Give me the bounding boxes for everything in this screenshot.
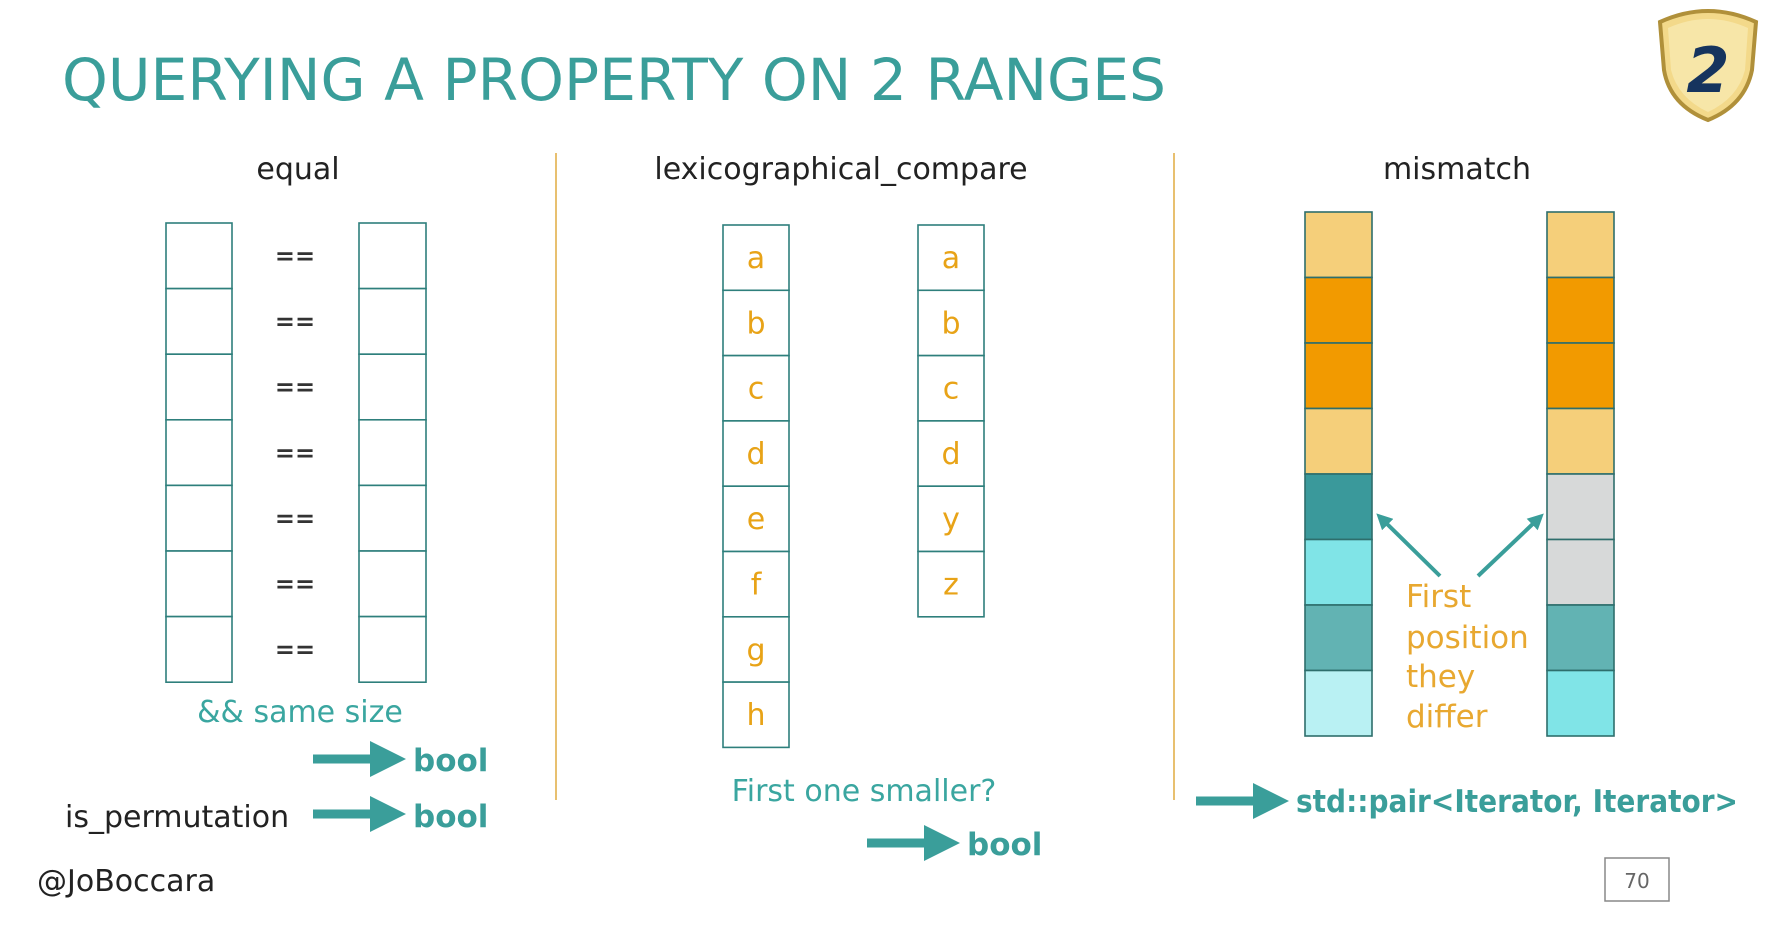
lex-ranges: abcdefghabcdyz	[722, 224, 985, 749]
right-cell	[358, 418, 427, 487]
cell-letter: g	[746, 633, 765, 668]
cell-letter: z	[943, 568, 959, 603]
left-cell	[165, 222, 233, 290]
lex-result: bool	[967, 827, 1042, 863]
cell-letter: c	[943, 372, 960, 407]
right-cell	[358, 615, 427, 683]
slide: QUERYING A PROPERTY ON 2 RANGES 2 equal …	[37, 9, 1759, 902]
equal-heading: equal	[256, 152, 339, 187]
author-handle: @JoBoccara	[37, 864, 215, 899]
cell-letter: a	[747, 241, 765, 276]
right-cell	[358, 222, 427, 290]
lex-heading: lexicographical_compare	[654, 152, 1027, 187]
logo-glyph: 2	[1686, 34, 1729, 107]
left-cell	[165, 418, 233, 487]
colored-cell	[1304, 211, 1373, 279]
annotation-line: position	[1406, 620, 1529, 656]
cell-letter: h	[746, 698, 765, 733]
colored-cell	[1546, 473, 1615, 541]
equals-operator: ==	[275, 439, 315, 467]
colored-cell	[1546, 276, 1615, 344]
left-cell	[165, 615, 233, 683]
colored-cell	[1546, 407, 1615, 475]
equals-operator: ==	[275, 636, 315, 664]
equals-operator: ==	[275, 242, 315, 270]
cell-letter: d	[941, 437, 960, 472]
colored-cell	[1546, 669, 1615, 737]
colored-cell	[1304, 407, 1373, 475]
equals-operator: ==	[275, 570, 315, 598]
colored-cell	[1304, 276, 1373, 344]
mismatch-heading: mismatch	[1383, 152, 1531, 187]
colored-cell	[1304, 604, 1373, 672]
cell-letter: b	[746, 306, 765, 341]
mismatch-ranges	[1304, 211, 1615, 737]
equal-ranges: == == == == == == ==	[165, 222, 427, 683]
colored-cell	[1546, 211, 1615, 279]
annotation-line: differ	[1406, 699, 1488, 735]
right-cell	[358, 550, 427, 618]
logo-shield: 2	[1657, 9, 1759, 123]
annotation-line: they	[1406, 659, 1475, 695]
cell-letter: a	[942, 241, 960, 276]
permutation-result: bool	[413, 799, 488, 835]
cell-letter: c	[748, 372, 765, 407]
colored-cell	[1546, 604, 1615, 672]
left-cell	[165, 287, 233, 356]
mismatch-result: std::pair<Iterator, Iterator>	[1296, 784, 1738, 820]
annotation-line: First	[1406, 579, 1471, 615]
cell-letter: y	[942, 502, 960, 537]
right-cell	[358, 484, 427, 552]
cell-letter: e	[747, 502, 765, 537]
same-size-condition: && same size	[197, 695, 403, 730]
colored-cell	[1304, 342, 1373, 410]
colored-cell	[1304, 538, 1373, 606]
pointer-arrow-icon	[1376, 513, 1544, 578]
colored-cell	[1304, 669, 1373, 737]
right-cell	[358, 287, 427, 356]
page-number: 70	[1624, 869, 1649, 893]
lex-question: First one smaller?	[732, 774, 997, 809]
left-cell	[165, 550, 233, 618]
equal-result: bool	[413, 743, 488, 779]
cell-letter: d	[746, 437, 765, 472]
slide-title: QUERYING A PROPERTY ON 2 RANGES	[62, 46, 1166, 114]
colored-cell	[1546, 538, 1615, 606]
colored-cell	[1304, 473, 1373, 541]
right-cell	[358, 353, 427, 421]
left-cell	[165, 484, 233, 552]
left-cell	[165, 353, 233, 421]
cell-letter: f	[751, 568, 763, 603]
cell-letter: b	[941, 306, 960, 341]
colored-cell	[1546, 342, 1615, 410]
equals-operator: ==	[275, 373, 315, 401]
equals-operator: ==	[275, 504, 315, 532]
is-permutation-label: is_permutation	[65, 800, 289, 835]
equals-operator: ==	[275, 308, 315, 336]
